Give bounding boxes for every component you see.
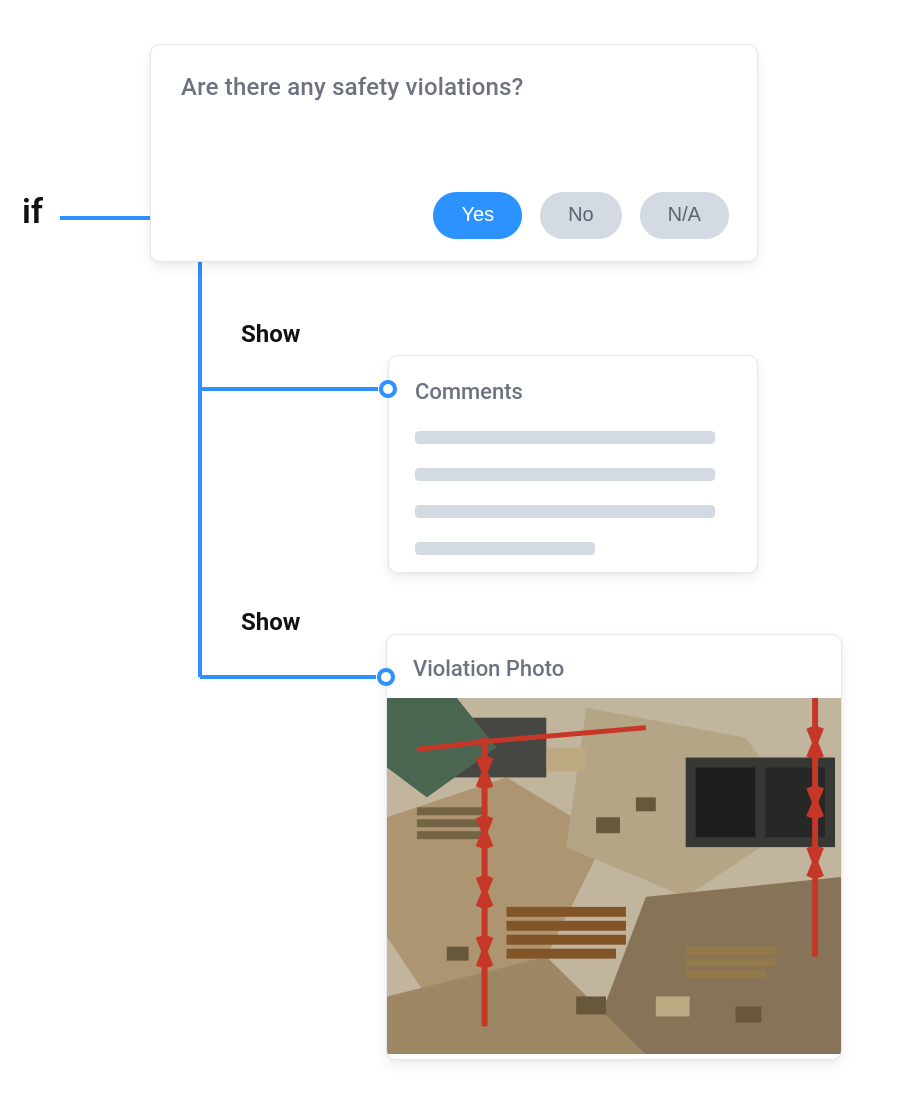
comments-title: Comments (415, 380, 731, 405)
comments-placeholder (415, 431, 731, 555)
placeholder-line (415, 505, 715, 518)
answer-no-button[interactable]: No (540, 192, 622, 239)
violation-photo-image (387, 698, 841, 1054)
answer-options: Yes No N/A (433, 192, 729, 239)
diagram-canvas: if Show Show Are there any safety violat… (0, 0, 900, 1108)
question-text: Are there any safety violations? (181, 73, 727, 101)
comments-card: Comments (388, 355, 758, 573)
question-card: Are there any safety violations? Yes No … (150, 44, 758, 262)
placeholder-line (415, 468, 715, 481)
violation-photo-title: Violation Photo (413, 657, 815, 682)
answer-yes-button[interactable]: Yes (433, 192, 522, 239)
logic-show-label-1: Show (241, 320, 300, 348)
logic-if-label: if (22, 192, 43, 232)
violation-photo-card: Violation Photo (386, 634, 842, 1060)
logic-show-label-2: Show (241, 608, 300, 636)
placeholder-line (415, 542, 595, 555)
answer-na-button[interactable]: N/A (640, 192, 729, 239)
placeholder-line (415, 431, 715, 444)
connector-node-icon (377, 668, 395, 686)
connector-node-icon (379, 380, 397, 398)
